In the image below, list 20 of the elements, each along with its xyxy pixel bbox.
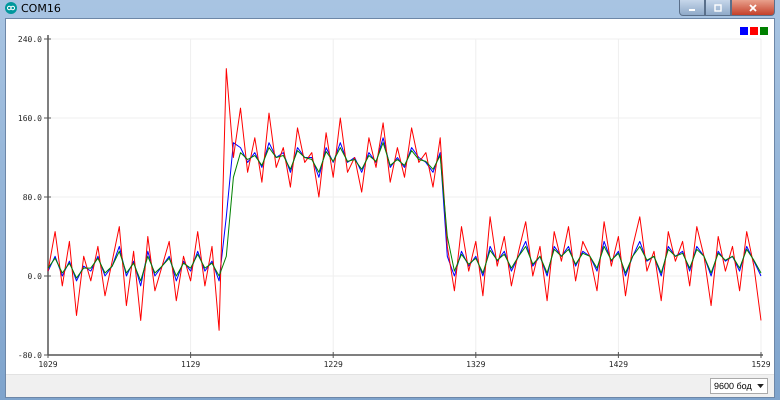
window-title: COM16: [21, 2, 61, 14]
baud-rate-dropdown[interactable]: 9600 бод: [710, 378, 768, 394]
x-tick-label: 1329: [466, 360, 486, 369]
minimize-button[interactable]: [679, 0, 705, 16]
x-tick-label: 1029: [38, 360, 58, 369]
x-tick-label: 1129: [180, 360, 200, 369]
x-tick-label: 1529: [751, 360, 771, 369]
infinity-logo-icon: [5, 2, 17, 14]
close-icon: [748, 4, 758, 12]
y-tick-label: 0.0: [28, 272, 42, 281]
close-button[interactable]: [731, 0, 775, 16]
y-tick-label: -80.0: [18, 351, 42, 360]
maximize-button[interactable]: [705, 0, 731, 16]
x-tick-label: 1429: [608, 360, 628, 369]
y-tick-label: 240.0: [18, 35, 42, 44]
y-tick-label: 160.0: [18, 114, 42, 123]
y-tick-label: 80.0: [22, 193, 42, 202]
x-tick-label: 1229: [324, 360, 343, 369]
maximize-icon: [713, 4, 723, 12]
dropdown-caret-icon: [757, 384, 764, 388]
